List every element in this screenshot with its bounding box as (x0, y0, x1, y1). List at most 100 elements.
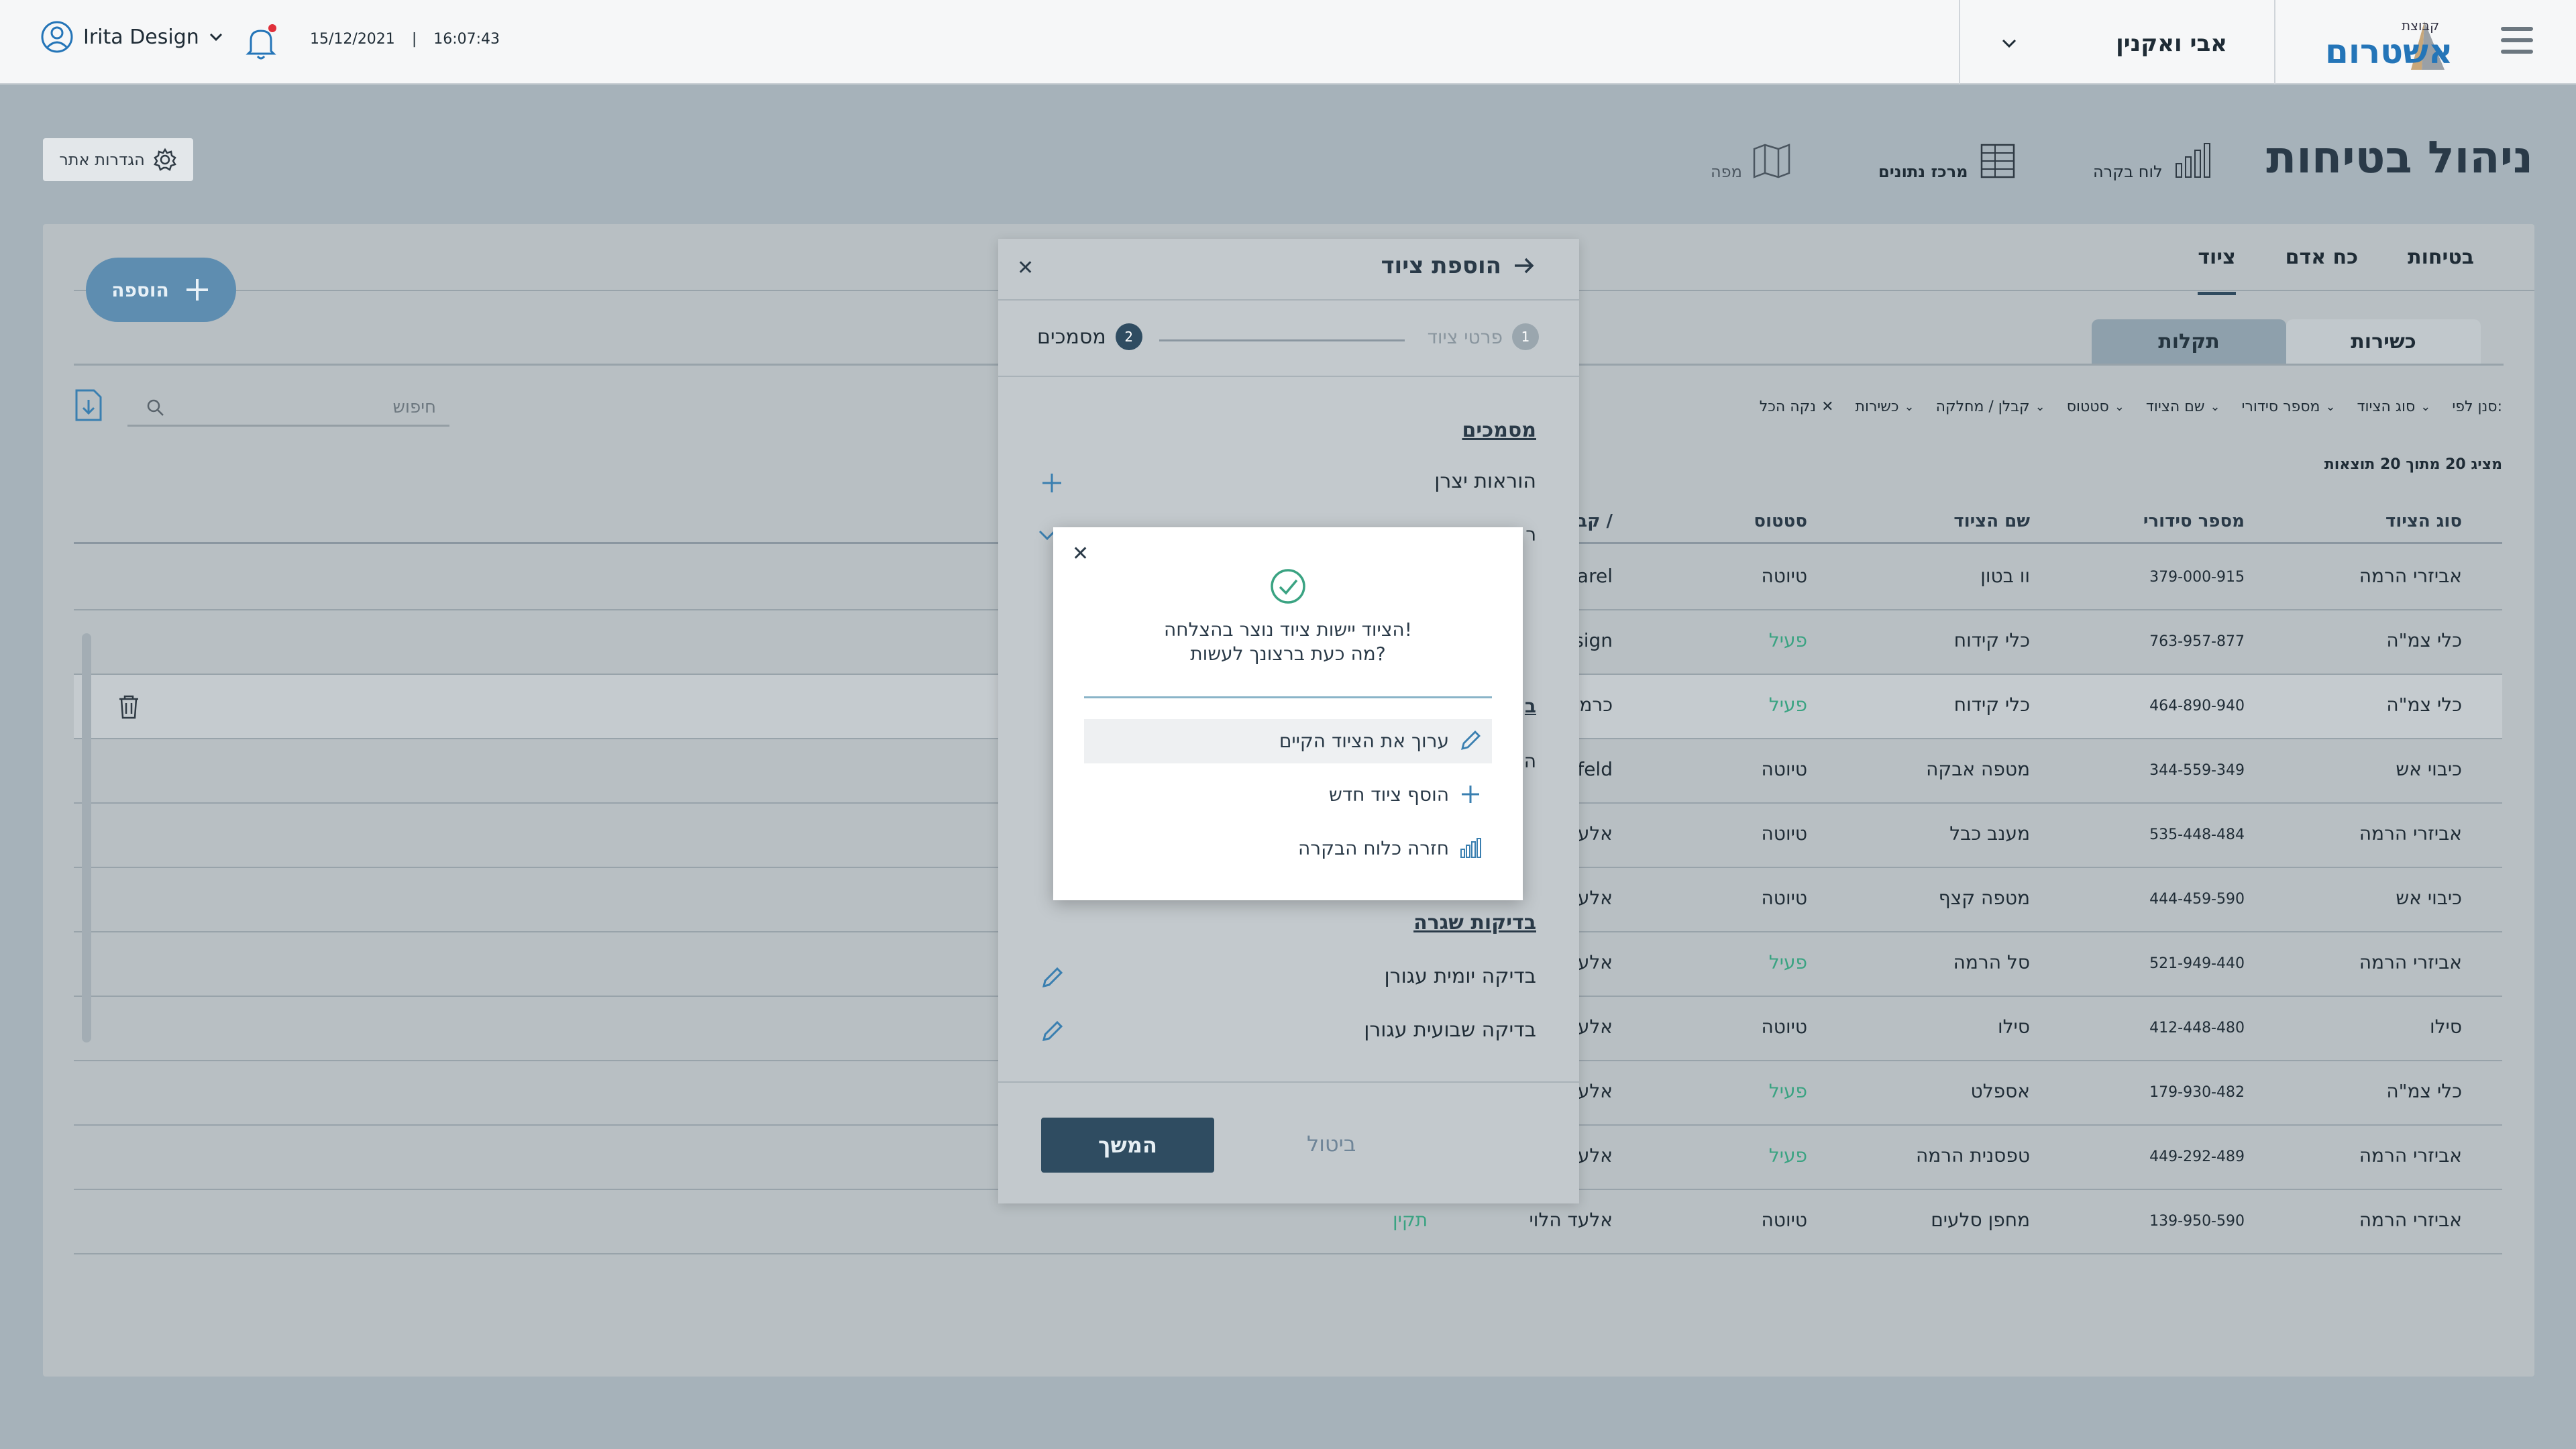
option-add-new[interactable]: הוסף ציוד חדש (1084, 773, 1492, 817)
cell-link[interactable]: תקין (1393, 1209, 1428, 1231)
chevron-down-icon: ⌄ (2325, 400, 2336, 414)
tab-faults[interactable]: תקלות (2092, 319, 2286, 364)
panel-title: הוספת ציוד (1381, 252, 1535, 279)
nav-dashboard[interactable]: לוח בקרה (2093, 141, 2212, 181)
chevron-down-icon (209, 33, 222, 42)
column-header[interactable]: מספר סידורי (2143, 511, 2245, 531)
date-separator: | (411, 31, 417, 48)
doc-item-fragment: ר (1525, 523, 1536, 545)
map-icon (1753, 144, 1790, 178)
search-input[interactable]: חיפוש (127, 385, 449, 427)
results-count: מציג 20 מתוך 20 תוצאות (2324, 456, 2502, 473)
clear-all-button[interactable]: נקה הכל ✕ (1760, 398, 1834, 415)
option-back-dashboard[interactable]: חזרה כלוח הבקרה (1084, 826, 1492, 871)
filter-fitness[interactable]: כשירות ⌄ (1856, 398, 1915, 415)
company-select[interactable]: אבי ואקנין (1972, 27, 2261, 60)
cell-status: טיוטה (1761, 1016, 1808, 1038)
step-details-number: 1 (1512, 323, 1539, 350)
tab-fitness[interactable]: כשירות (2286, 319, 2481, 364)
chevron-down-icon: ⌄ (1904, 400, 1915, 414)
cell-type: אביזרי הרמה (2359, 565, 2462, 587)
cell-type: כלי צמ"ה (2386, 1080, 2462, 1102)
time: 16:07:43 (433, 31, 500, 48)
check-daily-row: בדיקה יומית עגורן (1038, 965, 1536, 991)
cell-name: סל הרמה (1953, 951, 2030, 973)
column-header[interactable]: שם הציוד (1953, 511, 2030, 531)
plus-icon[interactable] (1038, 470, 1065, 496)
cancel-button[interactable]: ביטול (1307, 1131, 1356, 1157)
bar-chart-icon (2175, 143, 2210, 178)
column-header[interactable]: סוג הציוד (2385, 511, 2462, 531)
user-menu[interactable]: Irita Design (40, 20, 223, 54)
tab-manpower[interactable]: כח אדם (2286, 246, 2358, 295)
chevron-down-icon: ⌄ (2210, 400, 2220, 414)
chevron-down-icon (2002, 39, 2017, 48)
step-details-label: פרטי ציוד (1427, 325, 1503, 348)
main-tabs: ציוד כח אדם בטיחות (2198, 246, 2474, 295)
cell-serial: 139-950-590 (2149, 1213, 2245, 1230)
stepper-line (1159, 339, 1405, 341)
column-header[interactable]: סטטוס (1754, 511, 1807, 531)
cell-serial: 449-292-489 (2149, 1148, 2245, 1165)
site-settings-button[interactable]: הגדרות אתר (43, 138, 193, 181)
pencil-icon[interactable] (1038, 1018, 1065, 1045)
logo[interactable]: קבוצת אשטרום (2321, 15, 2455, 75)
bell-icon[interactable] (243, 23, 279, 62)
nav-data-center[interactable]: מרכז נתונים (1878, 141, 2018, 181)
filter-contractor[interactable]: קבלן / מחלקה ⌄ (1936, 398, 2045, 415)
arrow-right-icon[interactable] (1513, 256, 1535, 275)
cell-status: פעיל (1768, 694, 1807, 716)
chevron-down-icon: ⌄ (2035, 400, 2045, 414)
step-documents-number: 2 (1115, 323, 1142, 350)
panel-header: ✕ הוספת ציוד (998, 239, 1579, 301)
continue-button[interactable]: המשך (1041, 1118, 1214, 1173)
option-add-label: הוסף ציוד חדש (1328, 784, 1449, 806)
close-icon[interactable]: ✕ (1017, 256, 1034, 280)
plus-icon (186, 279, 208, 301)
filter-serial[interactable]: מספר סידורי ⌄ (2242, 398, 2336, 415)
filter-label: סנן לפי: (2452, 398, 2502, 415)
close-icon[interactable]: ✕ (1072, 542, 1089, 566)
cell-status: פעיל (1768, 1080, 1807, 1102)
user-name: Irita Design (83, 25, 199, 49)
cell-status: טיוטה (1761, 565, 1808, 587)
cell-name: סילו (1998, 1016, 2030, 1038)
option-edit-existing[interactable]: ערוך את הציוד הקיים (1084, 719, 1492, 763)
filter-equipment-type[interactable]: סוג הציוד ⌄ (2357, 398, 2431, 415)
filter-serial-label: מספר סידורי (2241, 398, 2320, 415)
cell-type: כיבוי אש (2396, 887, 2462, 909)
documents-section-title: מסמכים (1462, 419, 1536, 442)
filter-status[interactable]: סטטוס ⌄ (2067, 398, 2125, 415)
step-documents[interactable]: מסמכים 2 (1037, 323, 1142, 350)
download-icon[interactable] (74, 388, 103, 423)
panel-title-text: הוספת ציוד (1381, 252, 1501, 279)
filter-name[interactable]: שם הציוד ⌄ (2146, 398, 2220, 415)
cell-serial: 464-890-940 (2149, 698, 2245, 714)
doc-item-fragment: ה (1523, 750, 1536, 772)
cell-type: כלי צמ"ה (2386, 629, 2462, 651)
gear-icon (153, 148, 176, 171)
table-icon (1980, 144, 2015, 178)
pencil-icon[interactable] (1038, 965, 1065, 991)
chevron-down-icon: ⌄ (2114, 400, 2125, 414)
tab-safety[interactable]: בטיחות (2408, 246, 2474, 295)
cell-name: מחפן סלעים (1931, 1209, 2030, 1231)
company-name: אבי ואקנין (2116, 30, 2227, 57)
scrollbar[interactable] (82, 633, 91, 1042)
trash-icon[interactable] (117, 694, 141, 720)
success-message: הציוד יישות ציוד נוצר בהצלחה! (1164, 619, 1412, 641)
filter-name-label: שם הציוד (2145, 398, 2205, 415)
divider (1084, 696, 1492, 698)
cell-serial: 535-448-484 (2149, 826, 2245, 843)
tab-equipment[interactable]: ציוד (2198, 246, 2236, 295)
filter-bar: סנן לפי: סוג הציוד ⌄ מספר סידורי ⌄ שם הציו… (1760, 398, 2502, 415)
cell-type: כיבוי אש (2396, 758, 2462, 780)
cell-status: פעיל (1768, 1144, 1807, 1167)
cell-name: כלי קידוח (1953, 629, 2030, 651)
nav-map[interactable]: מפה (1711, 141, 1792, 181)
menu-icon[interactable] (2501, 27, 2533, 56)
cell-status: פעיל (1768, 951, 1807, 973)
step-details[interactable]: פרטי ציוד 1 (1428, 323, 1539, 350)
doc-manufacturer-row: הוראות יצרן (1038, 470, 1536, 496)
add-button[interactable]: הוספה (86, 258, 236, 322)
